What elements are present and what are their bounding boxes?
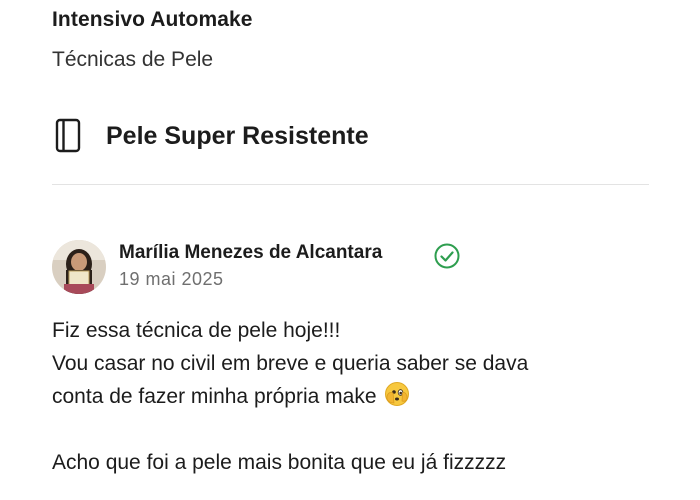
post-line: Acho que foi a pele mais bonita que eu j… xyxy=(52,451,507,474)
divider xyxy=(52,184,649,185)
post-line: conta de fazer minha própria make xyxy=(52,380,672,413)
post-line-text: conta de fazer minha própria make xyxy=(52,385,377,408)
author-name[interactable]: Marília Menezes de Alcantara xyxy=(119,242,382,264)
peeking-eye-emoji-icon xyxy=(384,381,410,407)
post-line: Vou casar no civil em breve e queria sab… xyxy=(52,352,529,375)
module-title: Técnicas de Pele xyxy=(52,48,214,71)
post-date: 19 mai 2025 xyxy=(119,269,224,289)
avatar[interactable] xyxy=(52,240,106,294)
lesson-title: Pele Super Resistente xyxy=(106,121,369,150)
verified-check-icon xyxy=(433,242,461,270)
post-body: Fiz essa técnica de pele hoje!!! Vou cas… xyxy=(52,314,672,479)
book-icon xyxy=(52,118,84,154)
course-title: Intensivo Automake xyxy=(52,8,253,31)
lesson-header[interactable]: Pele Super Resistente xyxy=(52,118,369,154)
post-line: Fiz essa técnica de pele hoje!!! xyxy=(52,319,341,342)
